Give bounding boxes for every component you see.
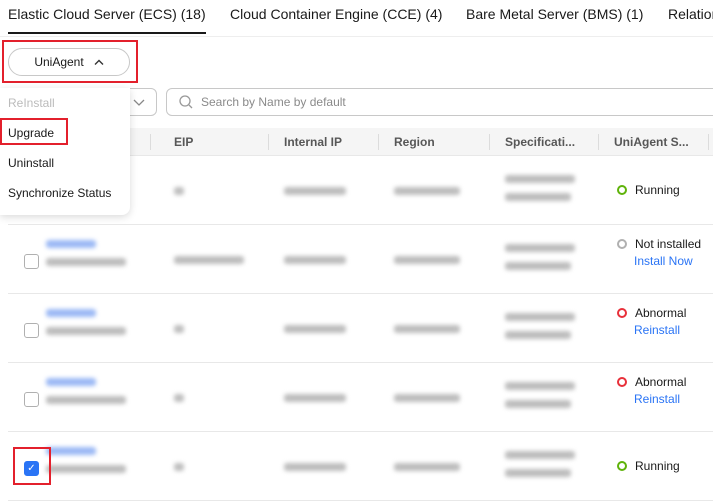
instance-id bbox=[46, 464, 126, 473]
highlight-box-uniagent bbox=[2, 40, 138, 83]
chevron-down-icon bbox=[133, 99, 145, 106]
col-eip[interactable]: EIP bbox=[174, 135, 193, 149]
status-dot-icon bbox=[617, 460, 627, 471]
region-value bbox=[394, 255, 460, 264]
instance-name-link[interactable] bbox=[46, 239, 96, 248]
status-text: Not installed bbox=[635, 236, 702, 251]
uniagent-status: Not installed bbox=[617, 237, 701, 251]
internal-ip-value bbox=[284, 462, 346, 471]
tab-relation[interactable]: Relation bbox=[668, 6, 713, 22]
region-value bbox=[394, 462, 460, 471]
eip-value bbox=[174, 324, 184, 333]
status-text: Running bbox=[635, 182, 680, 197]
spec-value bbox=[505, 381, 575, 390]
tab-ecs[interactable]: Elastic Cloud Server (ECS) (18) bbox=[8, 6, 206, 22]
status-action-link[interactable]: Reinstall bbox=[634, 323, 680, 337]
region-value bbox=[394, 324, 460, 333]
highlight-box-upgrade bbox=[0, 118, 68, 145]
menu-item-reinstall: ReInstall bbox=[8, 96, 55, 110]
eip-value bbox=[174, 255, 244, 264]
status-dot-icon bbox=[617, 184, 627, 195]
eip-value bbox=[174, 393, 184, 402]
uniagent-status: Abnormal bbox=[617, 306, 686, 320]
spec-value bbox=[505, 450, 575, 459]
uniagent-dropdown-menu: ReInstall Upgrade Uninstall Synchronize … bbox=[0, 88, 130, 215]
eip-value bbox=[174, 462, 184, 471]
status-text: Abnormal bbox=[635, 305, 687, 320]
instance-name-link[interactable] bbox=[46, 308, 96, 317]
uniagent-status: Running bbox=[617, 183, 680, 197]
menu-item-synchronize-status[interactable]: Synchronize Status bbox=[8, 186, 111, 200]
region-value bbox=[394, 393, 460, 402]
tab-cce[interactable]: Cloud Container Engine (CCE) (4) bbox=[230, 6, 442, 22]
search-placeholder: Search by Name by default bbox=[201, 95, 346, 109]
internal-ip-value bbox=[284, 186, 346, 195]
menu-item-uninstall[interactable]: Uninstall bbox=[8, 156, 54, 170]
col-uniagent-status[interactable]: UniAgent S... bbox=[614, 135, 689, 149]
tab-bms[interactable]: Bare Metal Server (BMS) (1) bbox=[466, 6, 643, 22]
eip-value bbox=[174, 186, 184, 195]
instance-name-link[interactable] bbox=[46, 446, 96, 455]
status-dot-icon bbox=[617, 376, 627, 387]
internal-ip-value bbox=[284, 393, 346, 402]
os-value bbox=[505, 192, 571, 201]
uniagent-status: Abnormal bbox=[617, 375, 686, 389]
instance-id bbox=[46, 395, 126, 404]
tabs-divider bbox=[0, 36, 713, 37]
status-action-link[interactable]: Install Now bbox=[634, 254, 693, 268]
col-specification[interactable]: Specificati... bbox=[505, 135, 575, 149]
row-checkbox[interactable] bbox=[24, 322, 39, 338]
col-region[interactable]: Region bbox=[394, 135, 435, 149]
internal-ip-value bbox=[284, 324, 346, 333]
status-dot-icon bbox=[617, 307, 627, 318]
region-value bbox=[394, 186, 460, 195]
instance-name-link[interactable] bbox=[46, 377, 96, 386]
status-dot-icon bbox=[617, 238, 627, 249]
highlight-box-checkbox bbox=[13, 447, 51, 485]
spec-value bbox=[505, 312, 575, 321]
os-value bbox=[505, 330, 571, 339]
os-value bbox=[505, 261, 571, 270]
instance-id bbox=[46, 257, 126, 266]
os-value bbox=[505, 468, 571, 477]
status-action-link[interactable]: Reinstall bbox=[634, 392, 680, 406]
internal-ip-value bbox=[284, 255, 346, 264]
spec-value bbox=[505, 243, 575, 252]
os-value bbox=[505, 399, 571, 408]
search-input[interactable]: Search by Name by default bbox=[166, 88, 713, 116]
spec-value bbox=[505, 174, 575, 183]
row-checkbox[interactable] bbox=[24, 253, 39, 269]
status-text: Running bbox=[635, 458, 680, 473]
col-internal-ip[interactable]: Internal IP bbox=[284, 135, 342, 149]
status-text: Abnormal bbox=[635, 374, 687, 389]
search-icon bbox=[179, 95, 193, 109]
instance-id bbox=[46, 326, 126, 335]
uniagent-status: Running bbox=[617, 459, 680, 473]
row-checkbox[interactable] bbox=[24, 391, 39, 407]
active-tab-indicator bbox=[8, 32, 206, 34]
